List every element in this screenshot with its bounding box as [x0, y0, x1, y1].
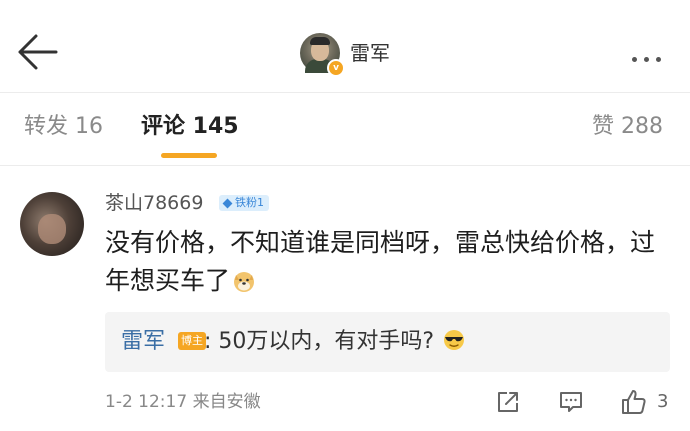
- comment-button[interactable]: [557, 388, 585, 416]
- reply-text: : 50万以内，有对手吗?: [204, 326, 466, 358]
- commenter-avatar[interactable]: [20, 192, 84, 256]
- tab-likes[interactable]: 赞 288: [592, 112, 663, 142]
- tab-reposts[interactable]: 转发 16: [24, 112, 103, 142]
- reply-body: : 50万以内，有对手吗?: [204, 329, 435, 354]
- header-divider: [0, 92, 690, 93]
- active-tab-indicator: [161, 153, 217, 158]
- comment-text: 没有价格，不知道谁是同档呀，雷总快给价格，过年想买车了: [105, 224, 665, 300]
- blogger-badge: 博主: [178, 332, 206, 350]
- cool-sunglasses-emoji-icon: [444, 330, 465, 350]
- commenter-username[interactable]: 茶山78669: [105, 191, 203, 215]
- more-icon: [632, 57, 637, 62]
- back-arrow-icon: [18, 34, 58, 70]
- reply-author[interactable]: 雷军: [121, 326, 165, 358]
- tab-comments[interactable]: 评论 145: [141, 112, 239, 142]
- like-count: 3: [657, 391, 669, 412]
- comment-body: 没有价格，不知道谁是同档呀，雷总快给价格，过年想买车了: [105, 228, 656, 295]
- share-button[interactable]: [494, 388, 522, 416]
- tabs-divider: [0, 165, 690, 166]
- doge-emoji-icon: [234, 272, 255, 292]
- comment-meta: 1-2 12:17 来自安徽: [105, 392, 261, 412]
- share-icon: [498, 392, 518, 412]
- comment-icon: [560, 392, 582, 412]
- fan-badge: 铁粉1: [219, 195, 269, 211]
- like-icon: [622, 390, 646, 414]
- more-button[interactable]: [632, 47, 674, 62]
- fan-badge-label: 铁粉1: [235, 196, 264, 209]
- like-button[interactable]: [620, 388, 648, 416]
- verified-badge-icon: v: [327, 59, 345, 77]
- back-button[interactable]: [14, 32, 60, 72]
- diamond-icon: [222, 198, 233, 208]
- page-title[interactable]: 雷军: [350, 40, 390, 66]
